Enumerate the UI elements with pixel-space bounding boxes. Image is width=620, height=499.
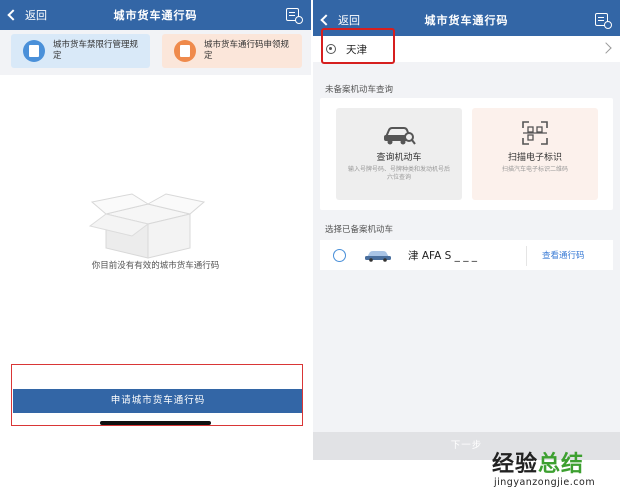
scan-tag-card[interactable]: 扫描电子标识 扫描汽车电子标识二维码 <box>472 108 598 200</box>
car-search-icon <box>384 127 416 145</box>
empty-box-icon <box>88 193 206 259</box>
left-page-title: 城市货车通行码 <box>113 9 198 22</box>
highlight-box-apply <box>11 364 303 426</box>
query-vehicle-title: 查询机动车 <box>376 153 422 163</box>
home-indicator <box>100 421 211 425</box>
view-pass-code-link[interactable]: 查看通行码 <box>542 249 585 261</box>
application-rules-card[interactable]: 城市货车通行码申领规定 <box>162 34 302 68</box>
chevron-right-icon <box>600 42 612 54</box>
rules-cards-strip: 城市货车禁限行管理规定 城市货车通行码申领规定 <box>0 30 311 75</box>
right-page-title: 城市货车通行码 <box>424 14 509 27</box>
site-watermark: 经验总结 jingyanzongjie.com <box>466 446 616 496</box>
registered-section-label: 选择已备案机动车 <box>325 225 394 235</box>
qr-scan-icon <box>522 121 548 145</box>
application-rules-label: 城市货车通行码申领规定 <box>204 40 290 61</box>
scan-tag-title: 扫描电子标识 <box>507 153 562 163</box>
document-search-icon[interactable] <box>286 8 303 24</box>
restriction-rules-card[interactable]: 城市货车禁限行管理规定 <box>11 34 150 68</box>
watermark-url: jingyanzongjie.com <box>494 477 596 488</box>
unregistered-section-label: 未备案机动车查询 <box>325 85 394 95</box>
row-divider <box>526 246 527 266</box>
watermark-logo-text: 经验总结 <box>492 446 584 478</box>
empty-state-message: 你目前没有有效的城市货车通行码 <box>91 261 220 271</box>
highlight-box-city <box>321 28 395 64</box>
left-screen: 返回 城市货车通行码 城市货车禁限行管理规定 城市货车通行码申领规定 你目前没有… <box>0 0 311 499</box>
restriction-rules-label: 城市货车禁限行管理规定 <box>53 40 139 61</box>
right-screen: 返回 城市货车通行码 天津 未备案机动车查询 查询机动车 输入号牌号码、号牌种类… <box>313 0 620 460</box>
left-nav-bar: 返回 城市货车通行码 <box>0 0 311 30</box>
car-icon <box>365 251 391 262</box>
watermark-cn-part1: 经验 <box>492 452 539 477</box>
scan-tag-subtitle: 扫描汽车电子标识二维码 <box>501 166 568 173</box>
vehicle-radio[interactable] <box>333 249 346 262</box>
document-search-icon[interactable] <box>595 13 612 29</box>
document-icon <box>174 40 196 62</box>
registered-vehicle-row[interactable]: 津 AFA S _ _ _ 查看通行码 <box>320 240 613 270</box>
vehicle-plate: 津 AFA S _ _ _ <box>408 250 478 262</box>
query-vehicle-card[interactable]: 查询机动车 输入号牌号码、号牌种类和发动机号后六位查询 <box>336 108 462 200</box>
query-vehicle-subtitle: 输入号牌号码、号牌种类和发动机号后六位查询 <box>348 166 451 181</box>
watermark-cn-part2: 总结 <box>538 452 585 477</box>
document-icon <box>23 40 45 62</box>
query-panel: 查询机动车 输入号牌号码、号牌种类和发动机号后六位查询 扫描电子标识 扫描汽车电… <box>320 98 613 210</box>
